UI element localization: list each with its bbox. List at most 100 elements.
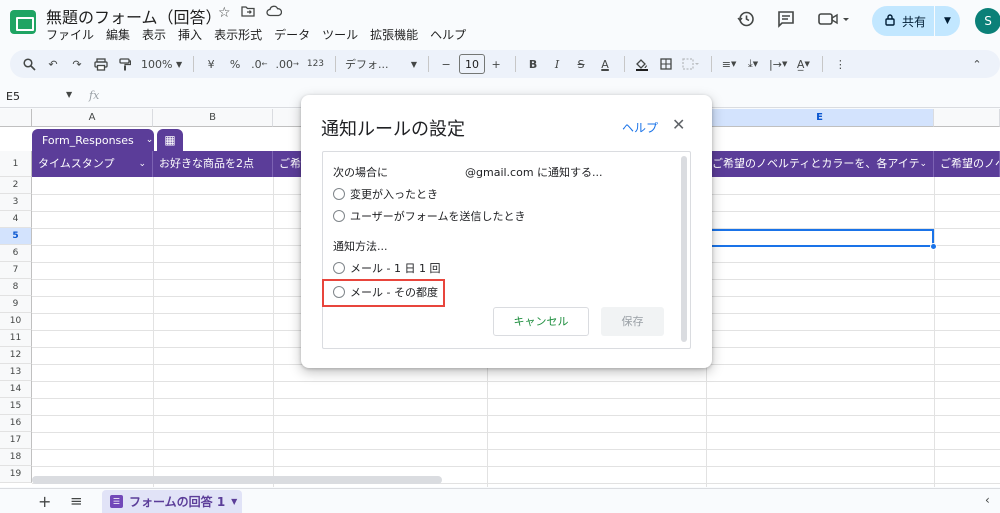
row-header-16[interactable]: 16 (0, 415, 32, 432)
name-box[interactable]: E5 (6, 90, 20, 103)
vertical-align-icon[interactable]: ⤓ ▼ (742, 52, 764, 76)
add-sheet-icon[interactable]: + (38, 492, 51, 511)
chevron-down-icon[interactable]: ⌄ (138, 151, 146, 177)
row-header-1[interactable]: 1 (0, 151, 32, 177)
star-icon[interactable]: ☆ (218, 5, 231, 21)
share-dropdown-icon[interactable]: ▼ (935, 16, 960, 26)
document-title[interactable]: 無題のフォーム（回答） (46, 4, 222, 28)
column-header-f[interactable] (934, 109, 1000, 127)
row-header-5[interactable]: 5 (0, 228, 32, 245)
select-all-corner[interactable] (0, 109, 32, 127)
bold-icon[interactable]: B (522, 52, 544, 76)
selected-cell-e5[interactable] (706, 229, 934, 247)
number-format-button[interactable]: 123 (304, 52, 327, 76)
menu-extensions[interactable]: 拡張機能 (370, 26, 418, 43)
currency-format-button[interactable]: ¥ (200, 52, 222, 76)
italic-icon[interactable]: I (546, 52, 568, 76)
radio-circle-icon[interactable] (333, 262, 345, 274)
text-color-icon[interactable]: A (594, 52, 616, 76)
column-header-e[interactable]: E (706, 109, 934, 127)
percent-format-button[interactable]: % (224, 52, 246, 76)
move-to-folder-icon[interactable] (241, 5, 255, 21)
text-wrap-icon[interactable]: |→ ▼ (766, 52, 790, 76)
radio-on-change[interactable]: 変更が入ったとき (333, 186, 438, 202)
row-header-17[interactable]: 17 (0, 432, 32, 449)
radio-circle-icon[interactable] (333, 210, 345, 222)
dialog-scrollbar[interactable] (681, 156, 687, 342)
collapse-toolbar-icon[interactable]: ⌃ (966, 52, 988, 76)
column-header-a[interactable]: A (32, 109, 153, 127)
row-header-12[interactable]: 12 (0, 347, 32, 364)
fill-handle[interactable] (930, 243, 937, 250)
redo-icon[interactable]: ↷ (66, 52, 88, 76)
print-icon[interactable] (90, 52, 112, 76)
strikethrough-icon[interactable]: S (570, 52, 592, 76)
row-header-14[interactable]: 14 (0, 381, 32, 398)
merge-cells-icon[interactable] (679, 52, 703, 76)
row-header-15[interactable]: 15 (0, 398, 32, 415)
undo-icon[interactable]: ↶ (42, 52, 64, 76)
header-cell-b[interactable]: お好きな商品を2点 (153, 151, 273, 177)
font-size-input[interactable]: 10 (459, 54, 486, 74)
sheet-tab-caret-icon[interactable]: ▼ (231, 497, 237, 506)
menu-help[interactable]: ヘルプ (430, 26, 466, 43)
comment-icon[interactable] (777, 10, 795, 32)
row-header-9[interactable]: 9 (0, 296, 32, 313)
sheet-tab-form-responses[interactable]: ☰ フォームの回答 1 ▼ (102, 490, 242, 513)
text-rotation-icon[interactable]: A̲ ▼ (792, 52, 814, 76)
row-header-3[interactable]: 3 (0, 194, 32, 211)
paint-format-icon[interactable] (114, 52, 136, 76)
row-header-2[interactable]: 2 (0, 177, 32, 194)
row-header-7[interactable]: 7 (0, 262, 32, 279)
row-header-4[interactable]: 4 (0, 211, 32, 228)
row-header-19[interactable]: 19 (0, 466, 32, 483)
radio-email-daily[interactable]: メール - 1 日 1 回 (333, 260, 440, 276)
share-main[interactable]: 共有 (872, 13, 934, 30)
header-cell-f[interactable]: ご希望のノベ (934, 151, 1000, 177)
sheets-logo-icon[interactable] (10, 10, 36, 34)
horizontal-align-icon[interactable]: ≡ ▼ (718, 52, 740, 76)
menu-edit[interactable]: 編集 (106, 26, 130, 43)
search-menus-icon[interactable] (18, 52, 40, 76)
zoom-select[interactable]: 100% ▼ (138, 52, 185, 76)
chevron-down-icon[interactable]: ⌄ (919, 151, 927, 177)
menu-view[interactable]: 表示 (142, 26, 166, 43)
column-header-b[interactable]: B (153, 109, 273, 127)
menu-tools[interactable]: ツール (322, 26, 358, 43)
row-header-18[interactable]: 18 (0, 449, 32, 466)
cloud-saved-icon[interactable] (266, 5, 283, 21)
radio-on-form-submit[interactable]: ユーザーがフォームを送信したとき (333, 208, 525, 224)
fill-color-icon[interactable] (631, 52, 653, 76)
font-size-increase-icon[interactable]: + (485, 52, 507, 76)
menu-file[interactable]: ファイル (46, 26, 94, 43)
header-cell-a[interactable]: タイムスタンプ ⌄ (32, 151, 153, 177)
cancel-button[interactable]: キャンセル (493, 307, 589, 336)
header-cell-e[interactable]: ご希望のノベルティとカラーを、各アイテ ⌄ (706, 151, 934, 177)
share-button[interactable]: 共有 ▼ (872, 6, 960, 36)
row-header-8[interactable]: 8 (0, 279, 32, 296)
radio-circle-icon[interactable] (333, 188, 345, 200)
font-size-decrease-icon[interactable]: − (435, 52, 457, 76)
more-options-icon[interactable]: ⋮ (829, 52, 851, 76)
borders-icon[interactable] (655, 52, 677, 76)
all-sheets-icon[interactable]: ≡ (70, 492, 83, 510)
name-box-caret-icon[interactable]: ▼ (66, 90, 72, 99)
avatar[interactable]: S (975, 8, 1000, 34)
decimal-increase-button[interactable]: .00 → (272, 52, 301, 76)
row-header-10[interactable]: 10 (0, 313, 32, 330)
table-name-tab[interactable]: Form_Responses ⌄ (32, 129, 154, 151)
horizontal-scrollbar[interactable] (32, 476, 442, 484)
menu-insert[interactable]: 挿入 (178, 26, 202, 43)
table-options-icon[interactable]: ▦ (157, 129, 183, 151)
menu-data[interactable]: データ (274, 26, 310, 43)
decimal-decrease-button[interactable]: .0 ← (248, 52, 270, 76)
row-header-6[interactable]: 6 (0, 245, 32, 262)
row-header-11[interactable]: 11 (0, 330, 32, 347)
help-link[interactable]: ヘルプ (622, 119, 658, 136)
menu-format[interactable]: 表示形式 (214, 26, 262, 43)
close-icon[interactable]: ✕ (672, 115, 685, 134)
meet-icon[interactable] (818, 10, 850, 32)
chevron-left-icon[interactable]: ‹ (985, 493, 990, 507)
save-button[interactable]: 保存 (601, 307, 664, 336)
history-icon[interactable] (737, 10, 755, 32)
